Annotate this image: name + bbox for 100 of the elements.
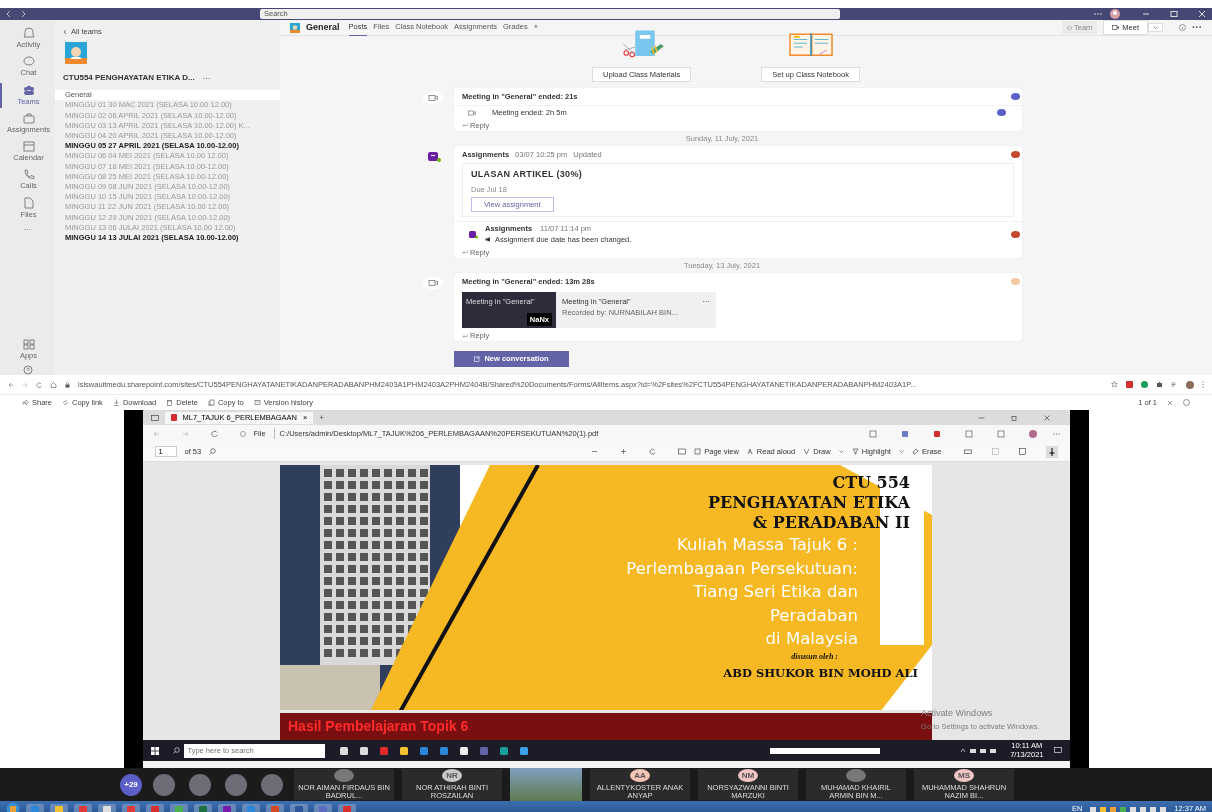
download-icon	[112, 399, 120, 406]
zoom-in-icon[interactable]	[620, 448, 628, 455]
slide-byline: disusun oleh :	[791, 650, 838, 663]
next-slide-title: Hasil Pembelajaran Topik 6	[288, 717, 469, 737]
windows-logo-icon[interactable]	[150, 746, 159, 755]
avatar-placeholder	[846, 769, 866, 783]
pin-icon[interactable]	[1045, 445, 1058, 458]
back-icon[interactable]	[6, 10, 12, 18]
forward-icon[interactable]	[20, 10, 26, 18]
link-icon	[62, 399, 69, 406]
close-icon[interactable]	[1167, 399, 1173, 406]
back-icon[interactable]	[8, 381, 14, 388]
taskbar-app-icon[interactable]	[74, 803, 92, 812]
caret-icon	[1153, 26, 1158, 29]
minimize-icon[interactable]	[977, 414, 985, 421]
initials-avatar: NR	[442, 769, 462, 783]
search-icon	[172, 747, 180, 754]
highlighter-icon	[851, 448, 859, 455]
history-icon	[253, 399, 261, 406]
taskbar-app-icon[interactable]	[98, 803, 116, 812]
search-icon[interactable]	[209, 448, 217, 455]
avatar-placeholder	[153, 773, 175, 796]
draw-icon	[803, 448, 811, 455]
more-icon[interactable]	[1094, 12, 1102, 16]
people-icon	[21, 83, 36, 96]
phone-icon	[21, 168, 36, 181]
taskbar-app-icon[interactable]	[338, 803, 356, 812]
copy-icon	[207, 399, 215, 406]
help-icon[interactable]	[22, 365, 33, 375]
taskbar-app-icon[interactable]	[194, 803, 212, 812]
channel-title: General	[306, 20, 340, 34]
taskbar-app-icon[interactable]	[26, 803, 44, 812]
avatar-placeholder	[225, 773, 247, 796]
video-camera-icon	[422, 91, 444, 105]
restore-icon[interactable]	[1010, 414, 1018, 421]
activation-title: Activate Windows	[921, 707, 994, 721]
initials-avatar: NM	[738, 769, 758, 783]
taskbar-app-icon[interactable]	[218, 803, 236, 812]
tray-icons-icon[interactable]	[1088, 805, 1169, 812]
start-orb-icon[interactable]	[6, 802, 20, 812]
overflow-counter[interactable]: +29	[120, 773, 142, 796]
video-camera-icon	[422, 275, 444, 290]
video-placeholder	[510, 768, 582, 801]
slide-subtitle: Kuliah Massa Tajuk 6 :	[677, 534, 858, 556]
slide-heading: CTU 554	[832, 473, 910, 493]
compose-icon	[474, 355, 481, 362]
lock-icon	[65, 381, 70, 388]
avatar-icon[interactable]	[1186, 380, 1194, 389]
taskbar-app-icon[interactable]	[290, 803, 308, 812]
assignment-title: ULASAN ARTIKEL (30%)	[471, 168, 583, 181]
home-icon[interactable]	[50, 381, 57, 388]
taskbar-app-icon[interactable]	[314, 803, 332, 812]
read-aloud-icon	[746, 448, 754, 455]
avatar-placeholder	[334, 769, 354, 783]
avatar-placeholder	[189, 773, 211, 796]
team-name: CTU554 PENGHAYATAN ETIKA D...	[63, 72, 195, 85]
caret-icon[interactable]	[898, 450, 904, 453]
star-icon[interactable]	[1111, 381, 1118, 388]
dropdown-button[interactable]	[1148, 23, 1163, 32]
taskbar-app-icon[interactable]	[266, 803, 284, 812]
slide-subtitle: Tiang Seri Etika dan	[693, 581, 858, 603]
reload-icon[interactable]	[36, 381, 42, 388]
fit-page-icon[interactable]	[678, 448, 687, 455]
share-icon	[22, 399, 29, 406]
eye-icon	[1066, 25, 1072, 30]
eraser-icon	[911, 448, 919, 455]
slide-subtitle: Peradaban	[769, 604, 858, 627]
minimize-icon[interactable]	[1142, 10, 1150, 18]
taskbar-app-icon[interactable]	[242, 803, 260, 812]
video-camera-icon	[468, 109, 476, 116]
file-icon	[21, 196, 36, 209]
reply-arrow-icon	[462, 123, 468, 128]
avatar-icon[interactable]	[1110, 9, 1120, 19]
rotate-icon[interactable]	[649, 448, 657, 455]
taskbar-app-icon[interactable]	[170, 803, 188, 812]
taskbar-app-icon[interactable]	[146, 803, 164, 812]
cartoon-portrait-icon	[65, 42, 87, 65]
close-icon[interactable]	[1043, 414, 1050, 421]
slide-subtitle: Perlembagaan Persekutuan:	[626, 557, 858, 580]
calendar-icon	[21, 140, 36, 152]
trash-icon	[166, 399, 174, 406]
apps-icon	[21, 337, 36, 350]
more-button[interactable]: ···	[1192, 20, 1202, 35]
reload-icon[interactable]	[210, 430, 218, 437]
avatar-placeholder	[261, 773, 283, 796]
playlist-icon[interactable]	[1171, 381, 1178, 388]
page-view-icon	[694, 448, 702, 455]
assignment-bot-icon	[468, 229, 479, 239]
taskbar-app-icon[interactable]	[50, 803, 68, 812]
maximize-icon[interactable]	[1170, 10, 1178, 18]
cartoon-portrait-icon	[290, 22, 300, 33]
reply-arrow-icon	[462, 333, 468, 338]
avatar-icon[interactable]	[1028, 429, 1037, 438]
back-icon[interactable]	[63, 28, 67, 35]
video-camera-icon	[1112, 25, 1120, 30]
initials-avatar: AA	[630, 769, 650, 783]
zoom-out-icon[interactable]	[591, 448, 599, 455]
taskbar-app-icon[interactable]	[122, 803, 140, 812]
briefcase-icon	[21, 111, 36, 124]
caret-icon[interactable]	[838, 450, 844, 453]
